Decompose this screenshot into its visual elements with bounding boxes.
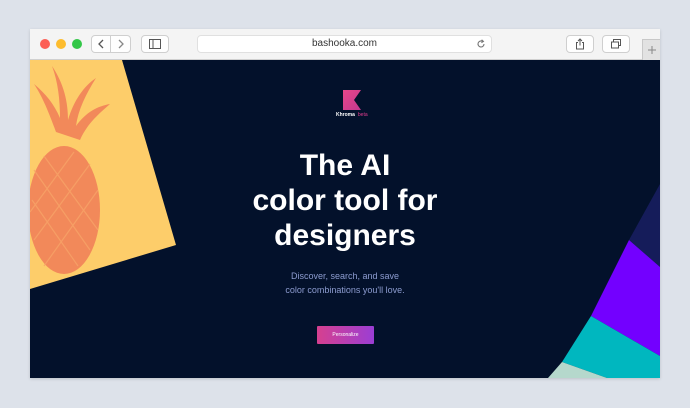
reload-icon[interactable]	[476, 39, 486, 49]
maximize-window-button[interactable]	[72, 39, 82, 49]
subtitle-line-1: Discover, search, and save	[290, 271, 400, 281]
beta-badge: beta	[357, 112, 368, 118]
back-button[interactable]	[91, 35, 111, 53]
close-window-button[interactable]	[40, 39, 50, 49]
plus-icon	[647, 46, 656, 54]
personalize-button[interactable]: Personalize	[317, 326, 374, 344]
khroma-logo-icon	[342, 90, 361, 110]
hero-subtitle: Discover, search, and save color combina…	[245, 269, 445, 297]
sidebar-icon	[149, 39, 161, 49]
share-button[interactable]	[566, 35, 594, 53]
share-icon	[576, 38, 584, 50]
headline-line-1: The AI	[299, 149, 391, 182]
headline-line-3: designers	[274, 219, 416, 252]
webpage-content: Khroma beta The AI color tool for designe…	[30, 60, 660, 378]
logo-wordmark: Khroma	[336, 112, 355, 118]
khroma-logo[interactable]: Khroma beta	[336, 90, 368, 118]
chevron-right-icon	[118, 39, 124, 49]
subtitle-line-2: color combinations you'll love.	[285, 285, 405, 295]
headline-line-2: color tool for	[252, 184, 438, 217]
sidebar-toggle-button[interactable]	[141, 35, 169, 53]
tabs-icon	[611, 39, 621, 49]
minimize-window-button[interactable]	[56, 39, 66, 49]
hero-headline: The AI color tool for designers	[210, 148, 480, 253]
tab-overview-button[interactable]	[602, 35, 630, 53]
chevron-left-icon	[98, 39, 104, 49]
forward-button[interactable]	[111, 35, 131, 53]
address-bar[interactable]: bashooka.com	[197, 35, 492, 53]
new-tab-button[interactable]	[642, 39, 660, 60]
browser-window: bashooka.com Khroma beta The AI color to…	[30, 29, 660, 378]
browser-toolbar: bashooka.com	[30, 29, 660, 60]
url-text: bashooka.com	[311, 38, 378, 49]
